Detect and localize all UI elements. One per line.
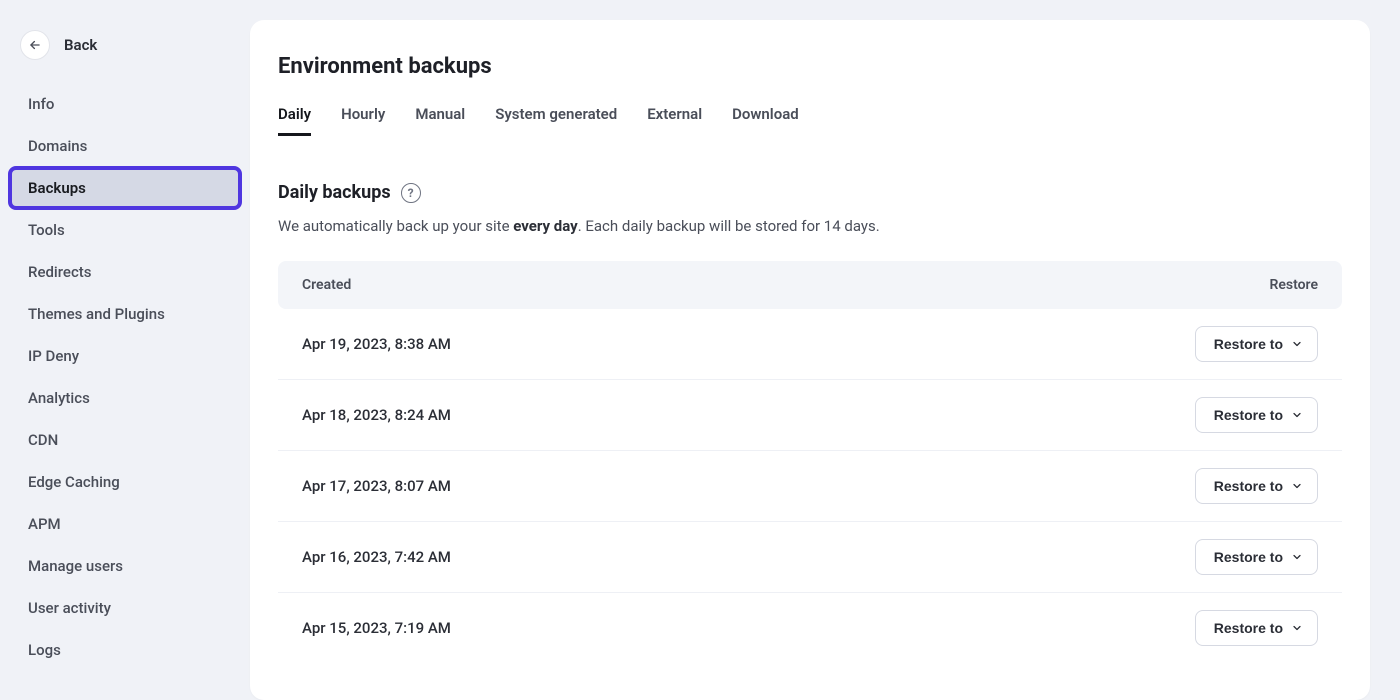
restore-label: Restore to	[1214, 549, 1283, 565]
tab-hourly[interactable]: Hourly	[341, 105, 385, 136]
arrow-left-icon	[28, 38, 42, 52]
back-button[interactable]	[20, 30, 50, 60]
table-row: Apr 17, 2023, 8:07 AM Restore to	[278, 451, 1342, 522]
sidebar-item-domains[interactable]: Domains	[10, 126, 240, 166]
restore-to-button[interactable]: Restore to	[1195, 539, 1318, 575]
sidebar-item-analytics[interactable]: Analytics	[10, 378, 240, 418]
sidebar-item-ip-deny[interactable]: IP Deny	[10, 336, 240, 376]
desc-strong: every day	[513, 217, 577, 235]
chevron-down-icon	[1291, 338, 1303, 350]
tab-daily[interactable]: Daily	[278, 105, 311, 136]
chevron-down-icon	[1291, 622, 1303, 634]
section-title: Daily backups	[278, 182, 391, 203]
section-description: We automatically back up your site every…	[278, 217, 1342, 235]
restore-label: Restore to	[1214, 478, 1283, 494]
sidebar-item-apm[interactable]: APM	[10, 504, 240, 544]
tabs: Daily Hourly Manual System generated Ext…	[278, 105, 1342, 136]
sidebar-item-user-activity[interactable]: User activity	[10, 588, 240, 628]
restore-label: Restore to	[1214, 407, 1283, 423]
restore-label: Restore to	[1214, 620, 1283, 636]
tab-external[interactable]: External	[647, 105, 702, 136]
table-row: Apr 15, 2023, 7:19 AM Restore to	[278, 593, 1342, 663]
main-panel: Environment backups Daily Hourly Manual …	[250, 20, 1370, 700]
chevron-down-icon	[1291, 409, 1303, 421]
created-cell: Apr 19, 2023, 8:38 AM	[302, 335, 451, 353]
sidebar-item-backups[interactable]: Backups	[10, 168, 240, 208]
created-cell: Apr 16, 2023, 7:42 AM	[302, 548, 451, 566]
chevron-down-icon	[1291, 480, 1303, 492]
created-cell: Apr 15, 2023, 7:19 AM	[302, 619, 451, 637]
table-row: Apr 19, 2023, 8:38 AM Restore to	[278, 309, 1342, 380]
back-label: Back	[64, 36, 97, 54]
back-row: Back	[10, 20, 240, 78]
sidebar-item-themes-plugins[interactable]: Themes and Plugins	[10, 294, 240, 334]
chevron-down-icon	[1291, 551, 1303, 563]
restore-to-button[interactable]: Restore to	[1195, 468, 1318, 504]
col-restore: Restore	[1269, 277, 1318, 293]
restore-to-button[interactable]: Restore to	[1195, 326, 1318, 362]
restore-to-button[interactable]: Restore to	[1195, 610, 1318, 646]
sidebar-item-logs[interactable]: Logs	[10, 630, 240, 670]
help-icon[interactable]: ?	[401, 183, 421, 203]
tab-download[interactable]: Download	[732, 105, 799, 136]
table-body: Apr 19, 2023, 8:38 AM Restore to Apr 18,…	[278, 309, 1342, 663]
section-heading: Daily backups ?	[278, 182, 1342, 203]
sidebar-item-info[interactable]: Info	[10, 84, 240, 124]
page-title: Environment backups	[278, 54, 1342, 79]
table-header: Created Restore	[278, 261, 1342, 309]
desc-suffix: . Each daily backup will be stored for 1…	[578, 217, 880, 235]
restore-to-button[interactable]: Restore to	[1195, 397, 1318, 433]
sidebar-item-edge-caching[interactable]: Edge Caching	[10, 462, 240, 502]
table-row: Apr 16, 2023, 7:42 AM Restore to	[278, 522, 1342, 593]
sidebar-item-tools[interactable]: Tools	[10, 210, 240, 250]
created-cell: Apr 18, 2023, 8:24 AM	[302, 406, 451, 424]
table-row: Apr 18, 2023, 8:24 AM Restore to	[278, 380, 1342, 451]
desc-prefix: We automatically back up your site	[278, 217, 513, 235]
sidebar-item-cdn[interactable]: CDN	[10, 420, 240, 460]
tab-manual[interactable]: Manual	[415, 105, 465, 136]
created-cell: Apr 17, 2023, 8:07 AM	[302, 477, 451, 495]
sidebar-item-redirects[interactable]: Redirects	[10, 252, 240, 292]
sidebar-item-manage-users[interactable]: Manage users	[10, 546, 240, 586]
tab-system-generated[interactable]: System generated	[495, 105, 617, 136]
restore-label: Restore to	[1214, 336, 1283, 352]
sidebar: Back Info Domains Backups Tools Redirect…	[0, 0, 250, 700]
col-created: Created	[302, 277, 351, 293]
sidebar-nav: Info Domains Backups Tools Redirects The…	[10, 78, 240, 670]
